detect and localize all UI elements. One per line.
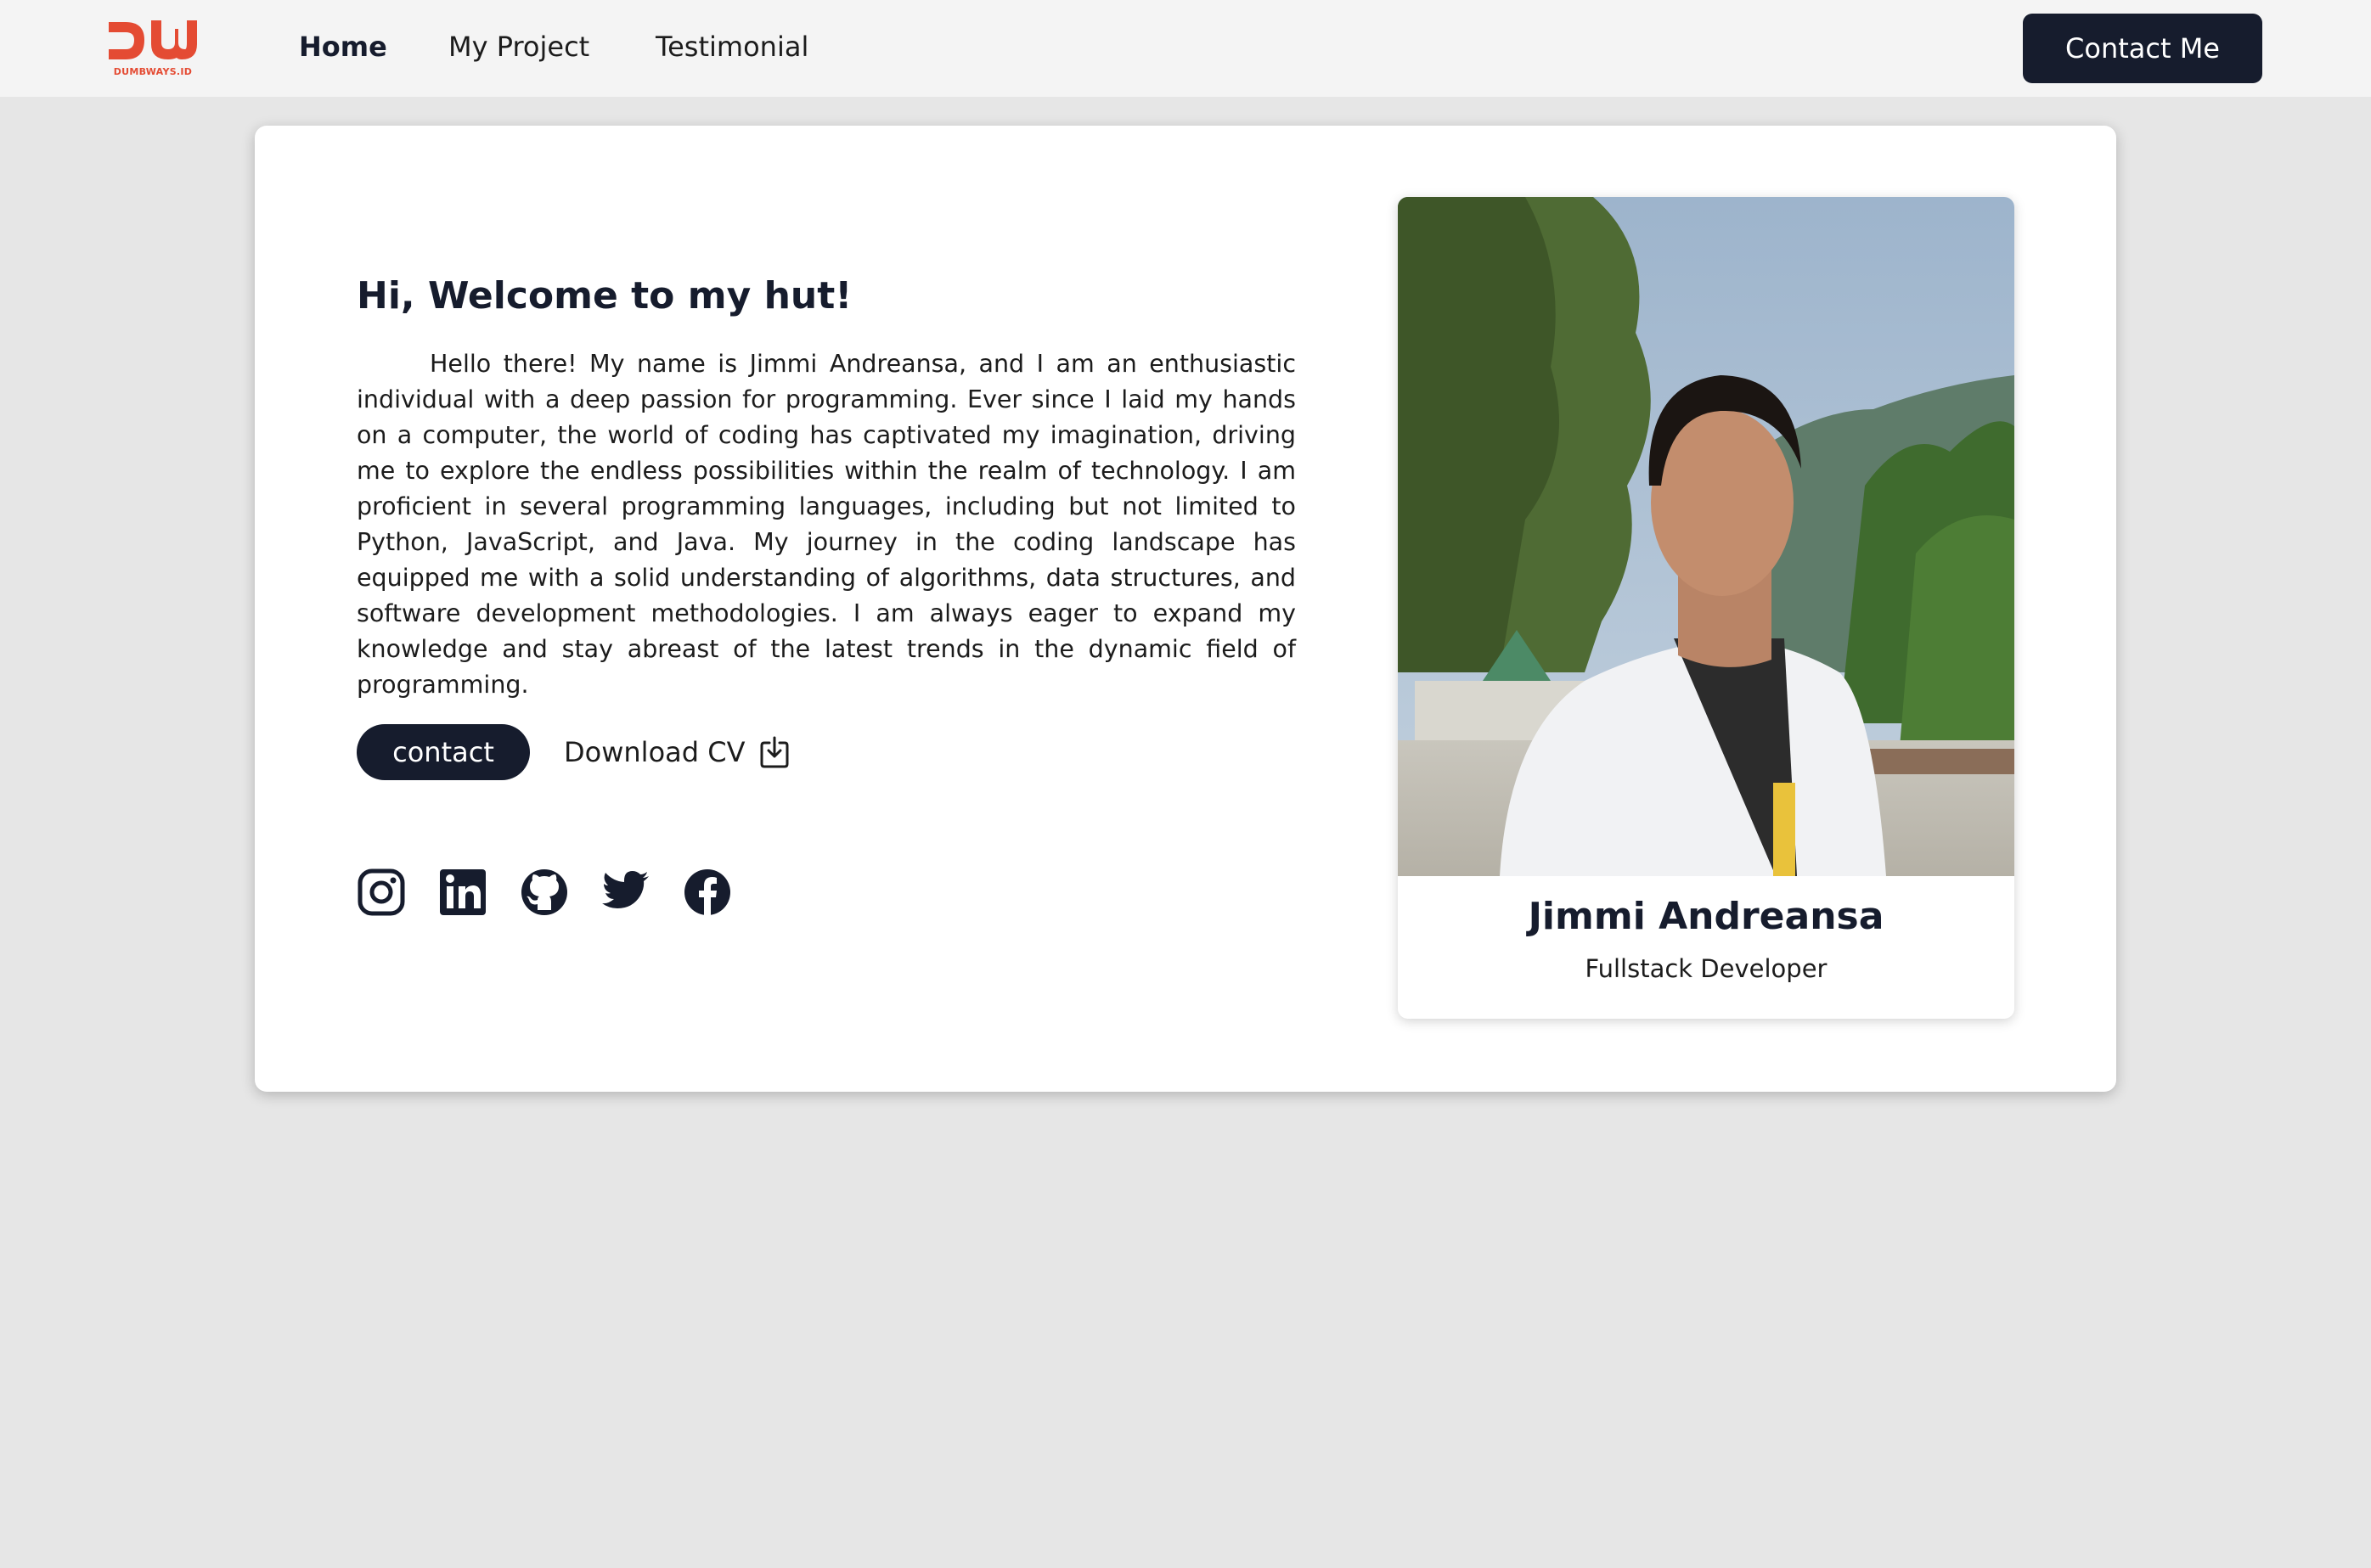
navbar: DUMBWAYS.ID Home My Project Testimonial … [0,0,2371,97]
social-links [357,868,732,917]
logo-text: DUMBWAYS.ID [113,66,193,77]
dumbways-logo[interactable]: DUMBWAYS.ID [107,17,199,80]
facebook-icon[interactable] [683,868,732,917]
download-icon [760,736,789,768]
contact-me-button[interactable]: Contact Me [2023,14,2262,83]
hero-intro: Hello there! My name is Jimmi Andreansa,… [357,350,1296,699]
profile-photo [1398,197,2014,876]
github-icon[interactable] [520,868,569,917]
download-cv-label: Download CV [564,736,746,768]
instagram-icon[interactable] [357,868,406,917]
download-cv-link[interactable]: Download CV [564,730,789,774]
nav-home[interactable]: Home [299,31,387,63]
nav-my-project[interactable]: My Project [448,31,589,63]
profile-name: Jimmi Andreansa [1528,895,1884,938]
linkedin-icon[interactable] [438,868,487,917]
profile-role: Fullstack Developer [1585,954,1828,983]
hero-card: Hi, Welcome to my hut! Hello there! My n… [255,126,2116,1092]
hero-heading: Hi, Welcome to my hut! [357,274,853,318]
twitter-icon[interactable] [601,868,650,917]
contact-button[interactable]: contact [357,724,530,780]
nav-testimonial[interactable]: Testimonial [656,31,808,63]
dumbways-logo-mark [109,20,197,59]
profile-card: Jimmi Andreansa Fullstack Developer [1398,197,2014,1019]
